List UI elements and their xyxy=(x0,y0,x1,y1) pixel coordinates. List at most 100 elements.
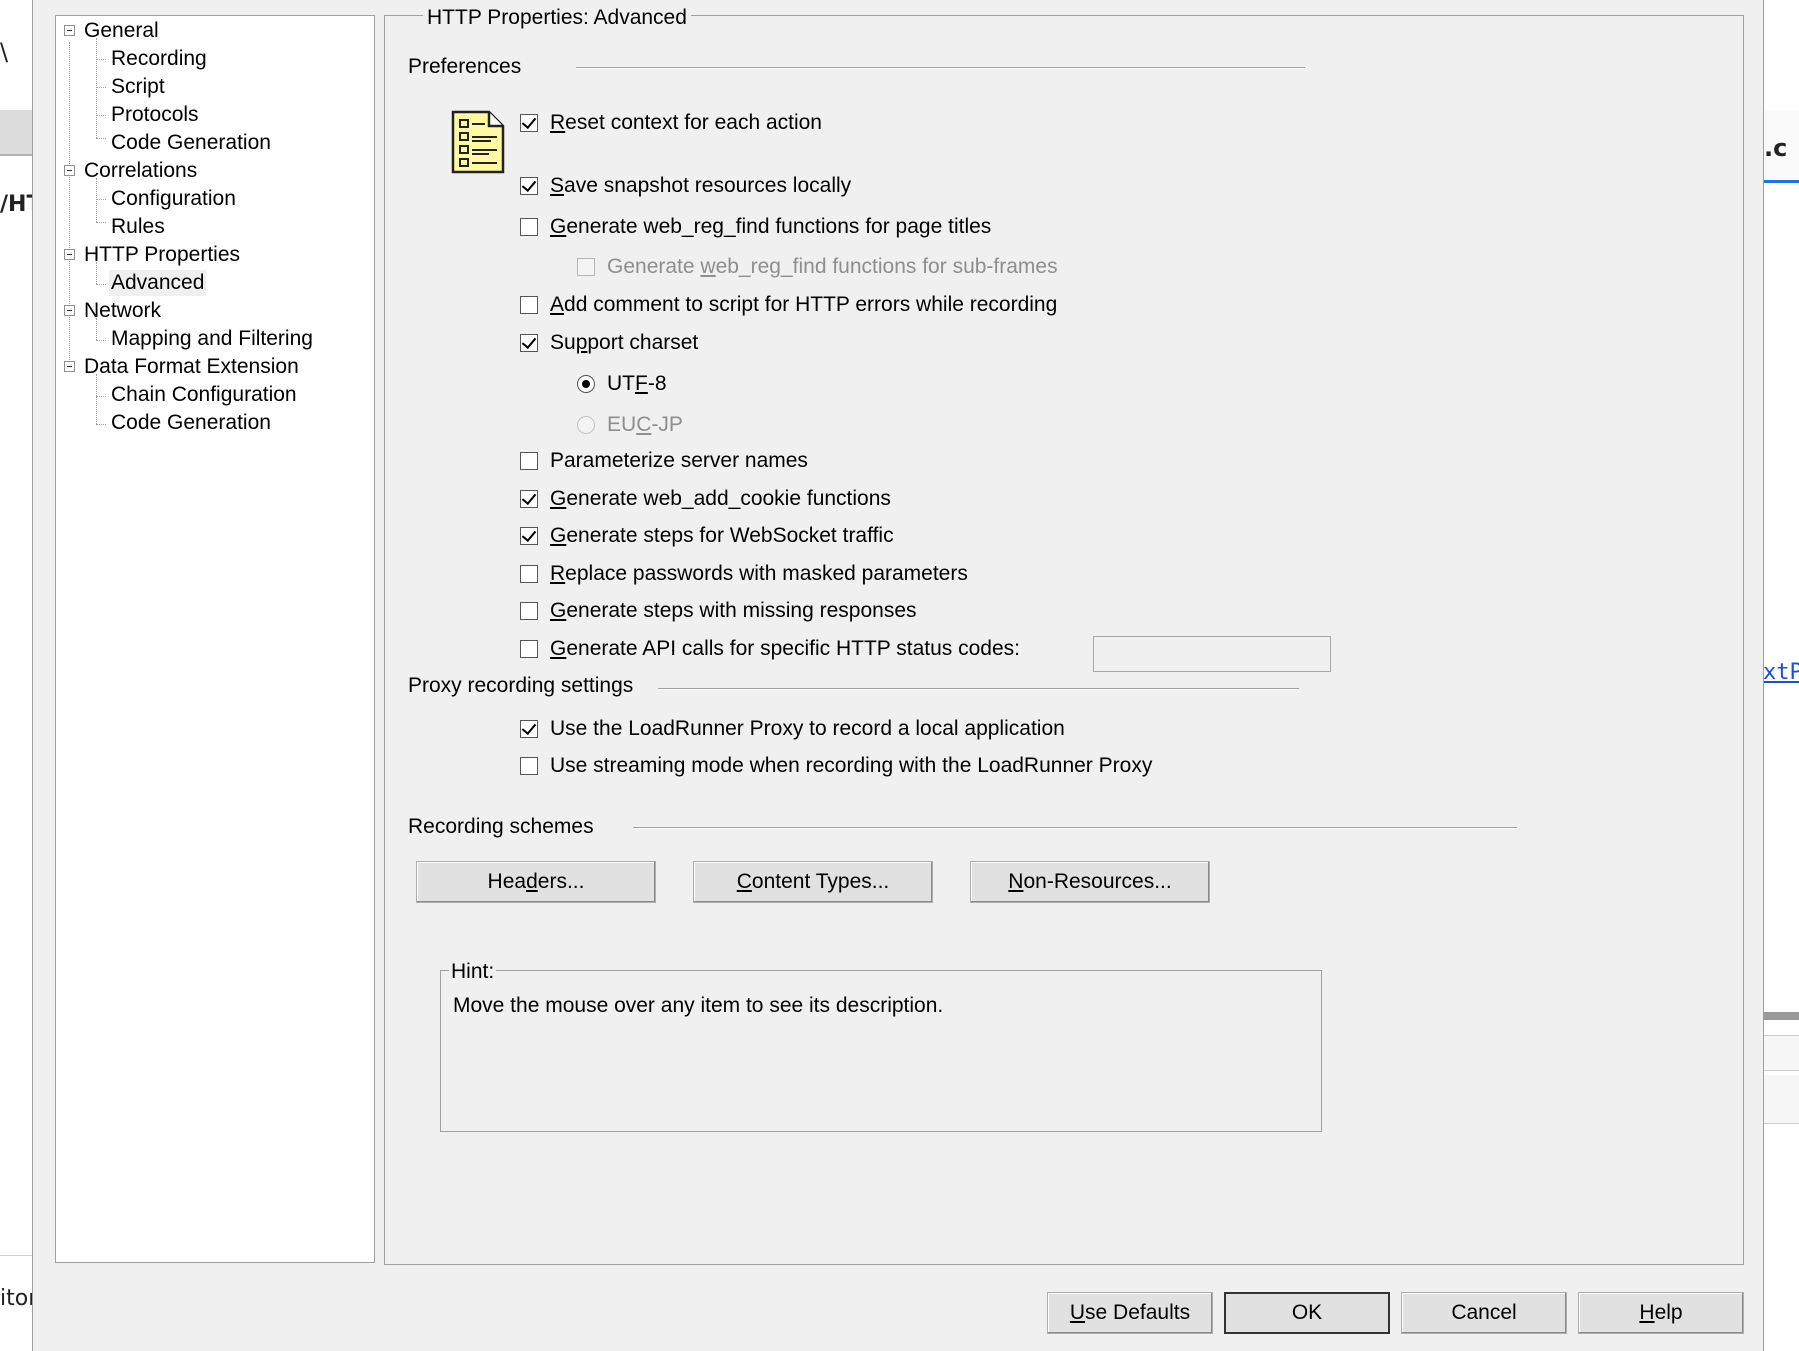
recording-options-dialog: General Recording Script Protocols Code … xyxy=(32,0,1764,1351)
tree-node-code-generation[interactable]: Code Generation xyxy=(111,130,271,156)
tree-connector xyxy=(96,115,106,116)
tree-node-chain-configuration[interactable]: Chain Configuration xyxy=(111,382,297,408)
background-tab-label: .c xyxy=(1764,134,1788,162)
tree-connector xyxy=(96,396,106,397)
background-scrollbar xyxy=(1762,1012,1799,1020)
checkbox-box[interactable] xyxy=(520,218,538,236)
missing-responses-checkbox[interactable]: Generate steps with missing responses xyxy=(520,599,917,623)
option-label: Support charset xyxy=(550,331,699,354)
background-divider xyxy=(0,1255,32,1256)
collapse-icon[interactable] xyxy=(64,305,75,316)
tree-connector xyxy=(96,38,97,138)
checkbox-box[interactable] xyxy=(520,114,538,132)
save-snapshot-resources-checkbox[interactable]: Save snapshot resources locally xyxy=(520,174,851,198)
panel-title: HTTP Properties: Advanced xyxy=(423,6,691,30)
background-toolbar-strip xyxy=(0,110,32,156)
radio-button[interactable] xyxy=(577,416,595,434)
option-label: Use the LoadRunner Proxy to record a loc… xyxy=(550,717,1065,740)
collapse-icon[interactable] xyxy=(64,165,75,176)
tree-node-rules[interactable]: Rules xyxy=(111,214,165,240)
checkbox-box[interactable] xyxy=(520,602,538,620)
support-charset-checkbox[interactable]: Support charset xyxy=(520,331,698,355)
option-label: Generate API calls for specific HTTP sta… xyxy=(550,637,1020,660)
tree-connector xyxy=(96,59,106,60)
option-label: Reset context for each action xyxy=(550,111,822,134)
tree-node-recording[interactable]: Recording xyxy=(111,46,207,72)
tree-connector xyxy=(96,424,106,425)
utf8-radio[interactable]: UTF-8 xyxy=(577,372,667,396)
option-label: Generate web_reg_find functions for sub-… xyxy=(607,255,1058,278)
generate-web-reg-find-checkbox[interactable]: Generate web_reg_find functions for page… xyxy=(520,215,991,239)
tree-node-correlations[interactable]: Correlations xyxy=(84,158,197,184)
tree-connector xyxy=(96,284,106,285)
use-loadrunner-proxy-checkbox[interactable]: Use the LoadRunner Proxy to record a loc… xyxy=(520,717,1065,741)
tree-node-configuration[interactable]: Configuration xyxy=(111,186,236,212)
ok-button[interactable]: OK xyxy=(1224,1292,1390,1334)
collapse-icon[interactable] xyxy=(64,249,75,260)
collapse-icon[interactable] xyxy=(64,361,75,372)
option-label: Save snapshot resources locally xyxy=(550,174,852,197)
checkbox-box[interactable] xyxy=(520,334,538,352)
collapse-icon[interactable] xyxy=(64,25,75,36)
checkbox-box[interactable] xyxy=(577,258,595,276)
tree-node-data-format-extension[interactable]: Data Format Extension xyxy=(84,354,299,380)
headers-button[interactable]: Hea d ers... xyxy=(416,861,656,903)
hint-label: Hint: xyxy=(449,960,497,984)
content-types-button[interactable]: Content Types... xyxy=(693,861,933,903)
tree-connector xyxy=(96,87,106,88)
streaming-mode-checkbox[interactable]: Use streaming mode when recording with t… xyxy=(520,754,1152,778)
checkbox-box[interactable] xyxy=(520,757,538,775)
euc-jp-radio[interactable]: EUC-JP xyxy=(577,413,683,437)
use-defaults-button[interactable]: Use Defaults xyxy=(1047,1292,1213,1334)
generate-web-reg-find-subframes-checkbox[interactable]: Generate web_reg_find functions for sub-… xyxy=(577,255,1058,279)
options-tree[interactable]: General Recording Script Protocols Code … xyxy=(55,15,375,1263)
hint-text: Move the mouse over any item to see its … xyxy=(453,994,944,1017)
option-label: Generate steps for WebSocket traffic xyxy=(550,524,894,547)
checkbox-box[interactable] xyxy=(520,640,538,658)
generate-web-add-cookie-checkbox[interactable]: Generate web_add_cookie functions xyxy=(520,487,891,511)
option-label: UTF-8 xyxy=(607,372,667,395)
non-resources-button[interactable]: Non-Resources... xyxy=(970,861,1210,903)
background-panel xyxy=(1762,1075,1799,1124)
tree-node-code-generation-2[interactable]: Code Generation xyxy=(111,410,271,436)
option-label: Generate web_add_cookie functions xyxy=(550,487,891,510)
reset-context-checkbox[interactable]: Reset context for each action xyxy=(520,111,822,135)
generate-websocket-steps-checkbox[interactable]: Generate steps for WebSocket traffic xyxy=(520,524,894,548)
checkbox-box[interactable] xyxy=(520,177,538,195)
tree-connector xyxy=(96,262,97,284)
tree-node-mapping-and-filtering[interactable]: Mapping and Filtering xyxy=(111,326,313,352)
background-tab-strip: .c xyxy=(1762,110,1799,183)
cancel-button[interactable]: Cancel xyxy=(1401,1292,1567,1334)
radio-button[interactable] xyxy=(577,375,595,393)
api-calls-status-codes-checkbox[interactable]: Generate API calls for specific HTTP sta… xyxy=(520,637,1020,661)
checkbox-box[interactable] xyxy=(520,527,538,545)
background-link-fragment: xtP xyxy=(1763,660,1799,685)
tree-connector xyxy=(96,199,106,200)
tree-node-script[interactable]: Script xyxy=(111,74,165,100)
option-label: Parameterize server names xyxy=(550,449,808,472)
checkbox-box[interactable] xyxy=(520,490,538,508)
checkbox-box[interactable] xyxy=(520,452,538,470)
proxy-settings-label: Proxy recording settings xyxy=(408,674,634,697)
add-comment-http-errors-checkbox[interactable]: Add comment to script for HTTP errors wh… xyxy=(520,293,1057,317)
background-text-fragment: \ xyxy=(0,38,9,66)
recording-schemes-label: Recording schemes xyxy=(408,815,594,838)
document-checklist-icon xyxy=(451,110,505,174)
checkbox-box[interactable] xyxy=(520,720,538,738)
background-panel xyxy=(1762,1035,1799,1071)
parameterize-server-names-checkbox[interactable]: Parameterize server names xyxy=(520,449,808,473)
proxy-settings-divider xyxy=(658,688,1299,690)
tree-connector xyxy=(96,374,97,424)
tree-node-http-properties[interactable]: HTTP Properties xyxy=(84,242,240,268)
tree-connector xyxy=(96,222,106,223)
tree-node-advanced[interactable]: Advanced xyxy=(109,270,207,296)
option-label: EUC-JP xyxy=(607,413,683,436)
status-codes-input[interactable] xyxy=(1093,636,1331,672)
preferences-label: Preferences xyxy=(408,55,522,78)
checkbox-box[interactable] xyxy=(520,565,538,583)
preferences-divider xyxy=(576,67,1305,69)
help-button[interactable]: Help xyxy=(1578,1292,1744,1334)
checkbox-box[interactable] xyxy=(520,296,538,314)
tree-node-protocols[interactable]: Protocols xyxy=(111,102,199,128)
replace-passwords-checkbox[interactable]: Replace passwords with masked parameters xyxy=(520,562,968,586)
